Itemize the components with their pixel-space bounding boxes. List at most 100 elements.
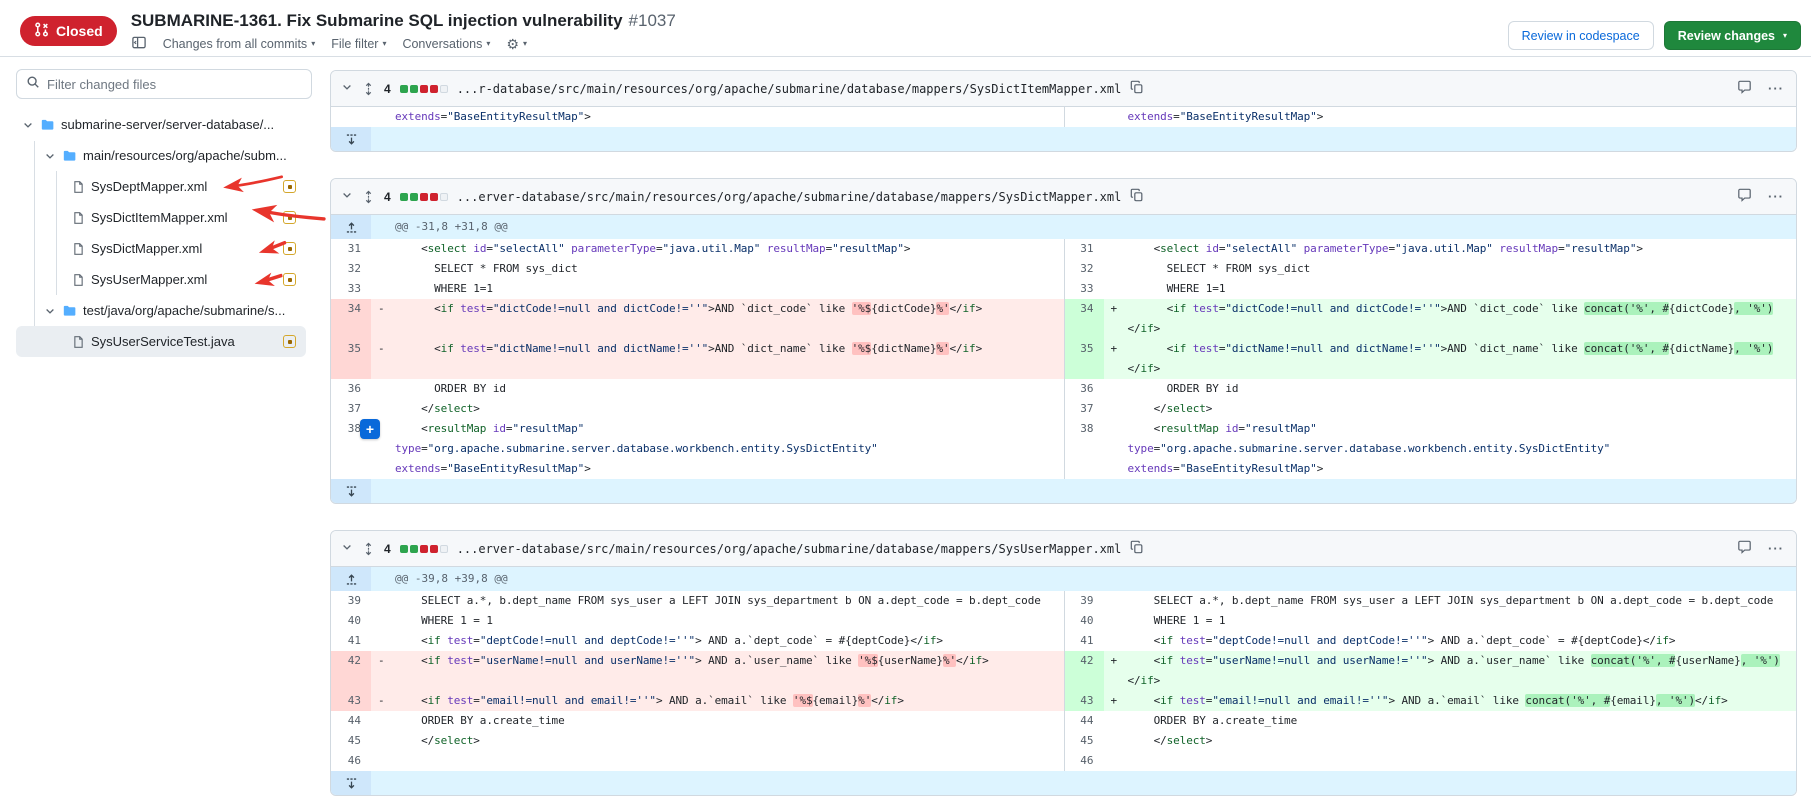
diff-line-row: 36 ORDER BY id36 ORDER BY id [331, 379, 1796, 399]
new-line-number[interactable] [1064, 107, 1104, 127]
collapse-file-button[interactable] [341, 189, 353, 204]
file-comment-button[interactable] [1737, 188, 1752, 205]
new-code-cell: WHERE 1 = 1 [1104, 611, 1797, 631]
old-line-number[interactable]: 36 [331, 379, 371, 399]
new-line-number[interactable]: 42 [1064, 651, 1104, 691]
hunk-header-text: @@ -31,8 +31,8 @@ [371, 215, 1796, 239]
file-options-button[interactable]: ··· [1768, 541, 1784, 556]
tree-file-sysdictitemmapper-xml[interactable]: SysDictItemMapper.xml [16, 202, 306, 233]
old-code-cell: SELECT a.*, b.dept_name FROM sys_user a … [371, 591, 1064, 611]
conversations-dropdown[interactable]: Conversations ▾ [402, 37, 490, 51]
file-comment-button[interactable] [1737, 540, 1752, 557]
tree-folder-submarine-server-server-database-[interactable]: submarine-server/server-database/... [16, 109, 306, 140]
new-line-number[interactable]: 44 [1064, 711, 1104, 731]
expand-down-button[interactable] [331, 127, 371, 151]
tree-file-sysdictmapper-xml[interactable]: SysDictMapper.xml [16, 233, 306, 264]
new-line-number[interactable]: 45 [1064, 731, 1104, 751]
new-line-number[interactable]: 39 [1064, 591, 1104, 611]
new-line-number[interactable]: 32 [1064, 259, 1104, 279]
diff-line-row: 34- <if test="dictCode!=null and dictCod… [331, 299, 1796, 339]
code-text: WHERE 1 = 1 [1104, 611, 1793, 631]
old-line-number[interactable]: 37 [331, 399, 371, 419]
new-line-number[interactable]: 38 [1064, 419, 1104, 479]
old-code-cell: WHERE 1=1 [371, 279, 1064, 299]
filter-files-input[interactable] [47, 77, 302, 92]
old-line-number[interactable] [331, 107, 371, 127]
collapse-file-button[interactable] [341, 81, 353, 96]
new-line-number[interactable]: 31 [1064, 239, 1104, 259]
new-line-number[interactable]: 33 [1064, 279, 1104, 299]
changes-from-dropdown[interactable]: Changes from all commits▾ [163, 37, 316, 51]
tree-file-sysuserservicetest-java[interactable]: SysUserServiceTest.java [16, 326, 306, 357]
old-line-number[interactable]: 33 [331, 279, 371, 299]
old-line-number[interactable]: 35 [331, 339, 371, 379]
old-line-number[interactable]: 41 [331, 631, 371, 651]
old-code-cell: ORDER BY id [371, 379, 1064, 399]
file-diff-panel: 4...erver-database/src/main/resources/or… [330, 178, 1797, 504]
tree-folder-main-resources-org-apache-subm-[interactable]: main/resources/org/apache/subm... [16, 140, 306, 171]
code-text: extends="BaseEntityResultMap"> [1104, 107, 1793, 127]
tree-folder-test-java-org-apache-submarine-s-[interactable]: test/java/org/apache/submarine/s... [16, 295, 306, 326]
expand-down-button[interactable] [331, 771, 371, 795]
old-code-cell: WHERE 1 = 1 [371, 611, 1064, 631]
file-filter-label: File filter [331, 37, 378, 51]
add-comment-button[interactable]: + [360, 419, 380, 439]
tree-item-label: SysUserMapper.xml [91, 272, 207, 287]
new-line-number[interactable]: 37 [1064, 399, 1104, 419]
review-changes-button[interactable]: Review changes▾ [1664, 21, 1801, 50]
old-line-number[interactable]: 40 [331, 611, 371, 631]
diff-marker: - [378, 339, 385, 359]
tree-file-sysusermapper-xml[interactable]: SysUserMapper.xml [16, 264, 306, 295]
new-line-number[interactable]: 46 [1064, 751, 1104, 771]
old-line-number[interactable]: 44 [331, 711, 371, 731]
old-line-number[interactable]: 42 [331, 651, 371, 691]
collapse-file-button[interactable] [341, 541, 353, 556]
code-text: <if test="dictName!=null and dictName!='… [1104, 339, 1793, 379]
diff-line-row: extends="BaseEntityResultMap">extends="B… [331, 107, 1796, 127]
code-text: ORDER BY id [1104, 379, 1793, 399]
new-line-number[interactable]: 40 [1064, 611, 1104, 631]
file-filter-dropdown[interactable]: File filter▾ [331, 37, 386, 51]
file-comment-button[interactable] [1737, 80, 1752, 97]
pr-title-block: SUBMARINE-1361. Fix Submarine SQL inject… [131, 10, 676, 53]
new-code-cell: <resultMap id="resultMap" type="org.apac… [1104, 419, 1797, 479]
new-line-number[interactable]: 41 [1064, 631, 1104, 651]
copy-path-button[interactable] [1130, 188, 1144, 205]
modified-status-icon [283, 242, 296, 255]
new-line-number[interactable]: 43 [1064, 691, 1104, 711]
diff-line-row: 40 WHERE 1 = 140 WHERE 1 = 1 [331, 611, 1796, 631]
sidebar-toggle-button[interactable] [131, 35, 147, 53]
new-line-number[interactable]: 35 [1064, 339, 1104, 379]
file-options-button[interactable]: ··· [1768, 189, 1784, 204]
copy-path-button[interactable] [1130, 80, 1144, 97]
old-line-number[interactable]: 39 [331, 591, 371, 611]
diff-line-row: 44 ORDER BY a.create_time44 ORDER BY a.c… [331, 711, 1796, 731]
tree-item-label: submarine-server/server-database/... [61, 117, 274, 132]
expand-up-button[interactable] [331, 215, 371, 239]
old-line-number[interactable]: 31 [331, 239, 371, 259]
old-line-number[interactable]: 45 [331, 731, 371, 751]
old-line-number[interactable]: 34 [331, 299, 371, 339]
expand-row [331, 127, 1796, 151]
diff-line-row: 31 <select id="selectAll" parameterType=… [331, 239, 1796, 259]
old-line-number[interactable]: 46 [331, 751, 371, 771]
tree-file-sysdeptmapper-xml[interactable]: SysDeptMapper.xml [16, 171, 306, 202]
old-code-cell: </select> [371, 731, 1064, 751]
new-line-number[interactable]: 36 [1064, 379, 1104, 399]
drag-handle-icon [362, 190, 375, 204]
file-options-button[interactable]: ··· [1768, 81, 1784, 96]
expand-up-button[interactable] [331, 567, 371, 591]
review-in-codespace-button[interactable]: Review in codespace [1508, 21, 1654, 50]
old-line-number[interactable]: 32 [331, 259, 371, 279]
pr-status-badge: Closed [20, 16, 117, 46]
old-code-cell: - <if test="dictCode!=null and dictCode!… [371, 299, 1064, 339]
diff-settings-dropdown[interactable]: ⚙▾ [506, 37, 527, 51]
old-line-number[interactable]: 43 [331, 691, 371, 711]
expand-down-button[interactable] [331, 479, 371, 503]
conversations-label: Conversations [402, 37, 482, 51]
new-line-number[interactable]: 34 [1064, 299, 1104, 339]
copy-path-button[interactable] [1130, 540, 1144, 557]
folder-icon [62, 304, 77, 318]
chevron-down-icon: ▾ [486, 40, 490, 48]
diff-line-row: 39 SELECT a.*, b.dept_name FROM sys_user… [331, 591, 1796, 611]
